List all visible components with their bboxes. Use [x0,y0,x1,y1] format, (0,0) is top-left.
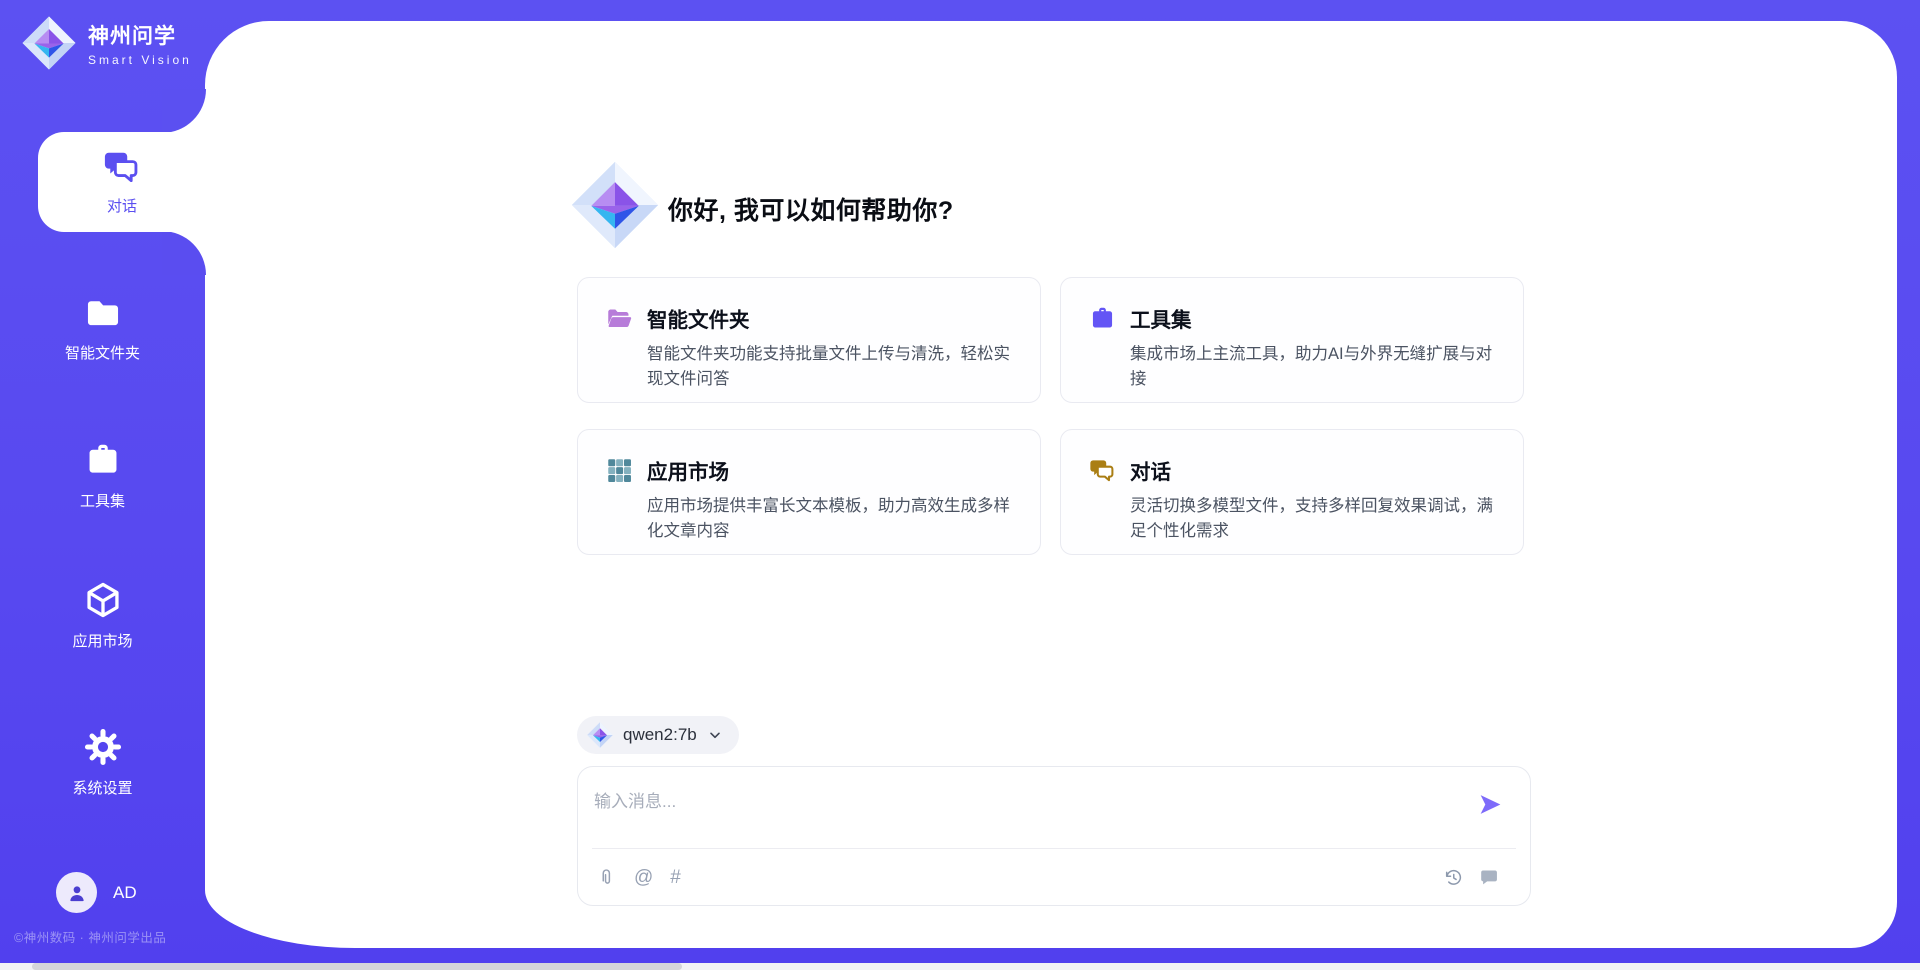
card-title: 对话 [1130,455,1171,485]
chat-bubbles-icon [103,148,141,186]
model-selector[interactable]: qwen2:7b [577,716,739,754]
horizontal-scrollbar[interactable] [0,963,1920,970]
user-profile[interactable]: AD [56,872,137,913]
grid-tiles-icon [606,457,633,484]
card-description: 智能文件夹功能支持批量文件上传与清洗，轻松实现文件问答 [647,342,1021,392]
briefcase-icon [84,441,122,479]
sidebar-item-label: 系统设置 [72,777,132,798]
page-title-greeting: 你好, 我可以如何帮助你? [668,191,954,227]
scrollbar-thumb[interactable] [32,963,682,970]
sidebar-item-label: 对话 [107,195,137,216]
diamond-logo-icon [571,161,659,249]
send-icon [1477,791,1504,818]
sidebar-item-label: 智能文件夹 [65,342,140,363]
composer-toolbar: @ # [596,861,1500,893]
composer-divider [592,848,1516,849]
chat-bubbles-icon [1089,457,1116,484]
avatar [56,872,97,913]
sidebar-item-toolset[interactable]: 工具集 [0,441,205,511]
card-title: 应用市场 [647,455,729,485]
person-icon [65,881,89,905]
at-sign-icon[interactable]: @ [634,867,653,888]
message-composer: @ # [577,766,1531,906]
user-initials: AD [113,883,137,903]
brand-name: 神州问学 [88,20,192,50]
card-chat[interactable]: 对话 灵活切换多模型文件，支持多样回复效果调试，满足个性化需求 [1060,429,1524,555]
card-toolset[interactable]: 工具集 集成市场上主流工具，助力AI与外界无缝扩展与对接 [1060,277,1524,403]
diamond-logo-icon [587,722,613,748]
message-input[interactable] [578,767,1458,845]
sidebar-item-label: 应用市场 [72,630,132,651]
send-button[interactable] [1477,791,1504,818]
briefcase-icon [1089,305,1116,332]
chevron-down-icon [707,727,723,743]
hash-icon[interactable]: # [670,867,681,888]
brand-subtitle: Smart Vision [88,53,192,67]
sidebar-item-smart-folder[interactable]: 智能文件夹 [0,293,205,363]
brand-logo: 神州问学 Smart Vision [22,16,192,70]
cube-icon [84,581,122,619]
card-description: 应用市场提供丰富长文本模板，助力高效生成多样化文章内容 [647,494,1021,544]
card-smart-folder[interactable]: 智能文件夹 智能文件夹功能支持批量文件上传与清洗，轻松实现文件问答 [577,277,1041,403]
card-title: 智能文件夹 [647,303,750,333]
folder-icon [84,293,122,331]
sidebar-item-chat[interactable]: 对话 [38,132,206,232]
gear-icon [84,728,122,766]
model-name: qwen2:7b [623,725,697,745]
sidebar-item-app-market[interactable]: 应用市场 [0,581,205,651]
card-app-market[interactable]: 应用市场 应用市场提供丰富长文本模板，助力高效生成多样化文章内容 [577,429,1041,555]
paperclip-icon[interactable] [596,867,617,888]
comment-icon[interactable] [1479,867,1500,888]
diamond-logo-icon [22,16,76,70]
card-title: 工具集 [1130,303,1192,333]
sidebar-footer-credit: ©神州数码 · 神州问学出品 [14,927,166,946]
sidebar-item-label: 工具集 [80,490,125,511]
history-icon[interactable] [1443,867,1464,888]
card-description: 灵活切换多模型文件，支持多样回复效果调试，满足个性化需求 [1130,494,1504,544]
open-folder-icon [606,305,633,332]
card-description: 集成市场上主流工具，助力AI与外界无缝扩展与对接 [1130,342,1504,392]
sidebar-item-settings[interactable]: 系统设置 [0,728,205,798]
